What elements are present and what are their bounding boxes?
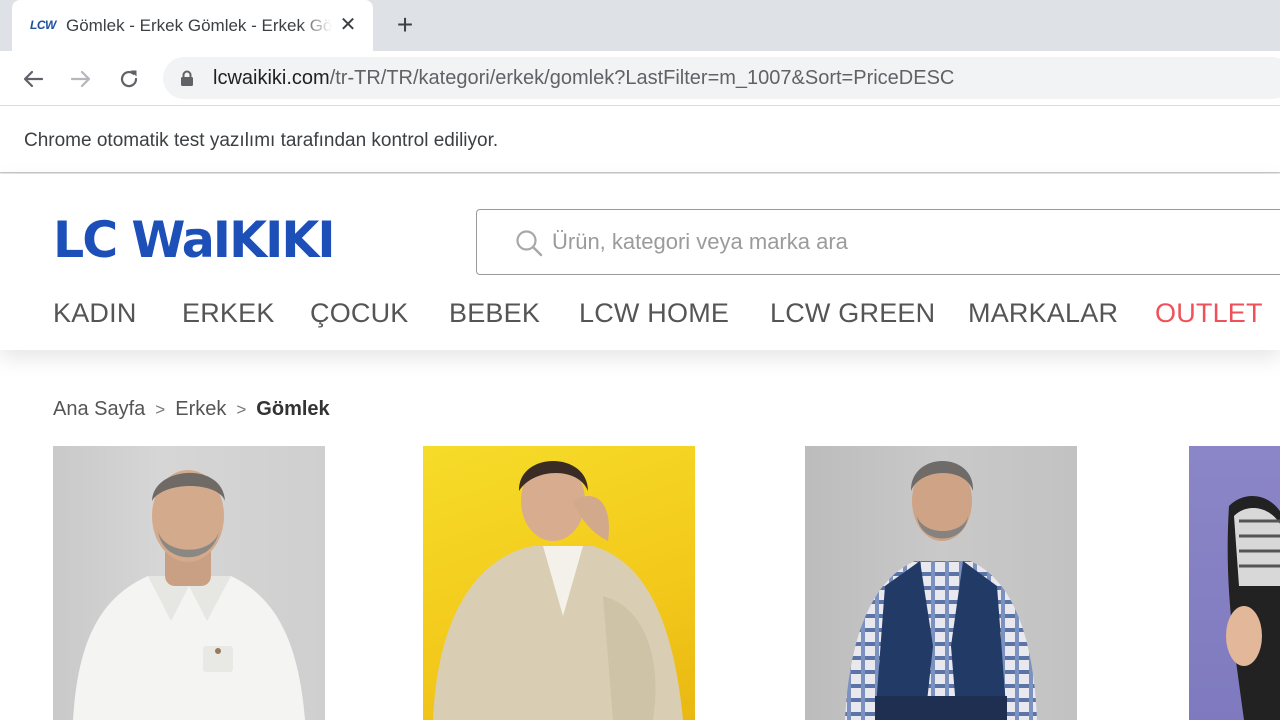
reload-icon xyxy=(120,70,138,88)
breadcrumb: Ana Sayfa > Erkek > Gömlek xyxy=(53,398,330,421)
breadcrumb-erkek[interactable]: Erkek xyxy=(175,398,226,420)
breadcrumb-home[interactable]: Ana Sayfa xyxy=(53,398,145,420)
forward-button[interactable] xyxy=(65,63,97,95)
main-navigation: KADIN ERKEK ÇOCUK BEBEK LCW HOME LCW GRE… xyxy=(0,298,1280,338)
man-white-shirt-photo xyxy=(73,470,305,720)
lcw-favicon-icon: LCW xyxy=(30,18,56,32)
url-path: /tr-TR/TR/kategori/erkek/gomlek?LastFilt… xyxy=(329,67,955,89)
back-button[interactable] xyxy=(17,63,49,95)
nav-item-lcw-home[interactable]: LCW HOME xyxy=(579,298,729,329)
breadcrumb-separator: > xyxy=(155,400,166,419)
arrow-right-icon xyxy=(70,70,91,88)
product-card-image[interactable] xyxy=(1189,446,1280,720)
arrow-left-icon xyxy=(23,70,44,88)
browser-tab[interactable]: LCW Gömlek - Erkek Gömlek - Erkek Gömlek… xyxy=(12,0,373,51)
address-bar[interactable]: lcwaikiki.com/tr-TR/TR/kategori/erkek/go… xyxy=(163,57,1280,99)
browser-tab-strip: LCW Gömlek - Erkek Gömlek - Erkek Gömlek… xyxy=(0,0,1280,51)
search-icon[interactable] xyxy=(515,229,543,257)
url-text: lcwaikiki.com/tr-TR/TR/kategori/erkek/go… xyxy=(213,67,954,90)
product-card-image[interactable] xyxy=(805,446,1077,720)
tab-close-icon[interactable]: ✕ xyxy=(337,13,359,37)
breadcrumb-separator: > xyxy=(236,400,247,419)
nav-item-lcw-green[interactable]: LCW GREEN xyxy=(770,298,935,329)
tab-title: Gömlek - Erkek Gömlek - Erkek Gömlek xyxy=(66,16,332,35)
nav-item-kadin[interactable]: KADIN xyxy=(53,298,137,329)
lc-waikiki-logo[interactable]: LC WaIKIKI xyxy=(53,212,336,268)
nav-item-cocuk[interactable]: ÇOCUK xyxy=(310,298,409,329)
lock-icon xyxy=(181,70,193,86)
url-host: lcwaikiki.com xyxy=(213,67,330,89)
automation-infobar: Chrome otomatik test yazılımı tarafından… xyxy=(0,107,1280,173)
breadcrumb-current: Gömlek xyxy=(256,398,330,420)
nav-item-erkek[interactable]: ERKEK xyxy=(182,298,275,329)
browser-toolbar: lcwaikiki.com/tr-TR/TR/kategori/erkek/go… xyxy=(0,51,1280,106)
nav-item-outlet[interactable]: OUTLET xyxy=(1155,298,1263,329)
search-input[interactable] xyxy=(552,210,1252,274)
model-purple-background-photo xyxy=(1226,496,1280,720)
nav-item-bebek[interactable]: BEBEK xyxy=(449,298,540,329)
product-card-image[interactable] xyxy=(423,446,695,720)
new-tab-icon[interactable]: + xyxy=(392,11,418,39)
nav-item-markalar[interactable]: MARKALAR xyxy=(968,298,1118,329)
product-card-image[interactable] xyxy=(53,446,325,720)
man-plaid-shirt-vest-photo xyxy=(845,461,1037,720)
site-header: LC WaIKIKI KADIN ERKEK ÇOCUK BEBEK LCW H… xyxy=(0,174,1280,350)
man-beige-jacket-photo xyxy=(433,461,683,720)
search-box[interactable] xyxy=(476,209,1280,275)
infobar-message: Chrome otomatik test yazılımı tarafından… xyxy=(24,130,499,151)
reload-button[interactable] xyxy=(113,63,145,95)
